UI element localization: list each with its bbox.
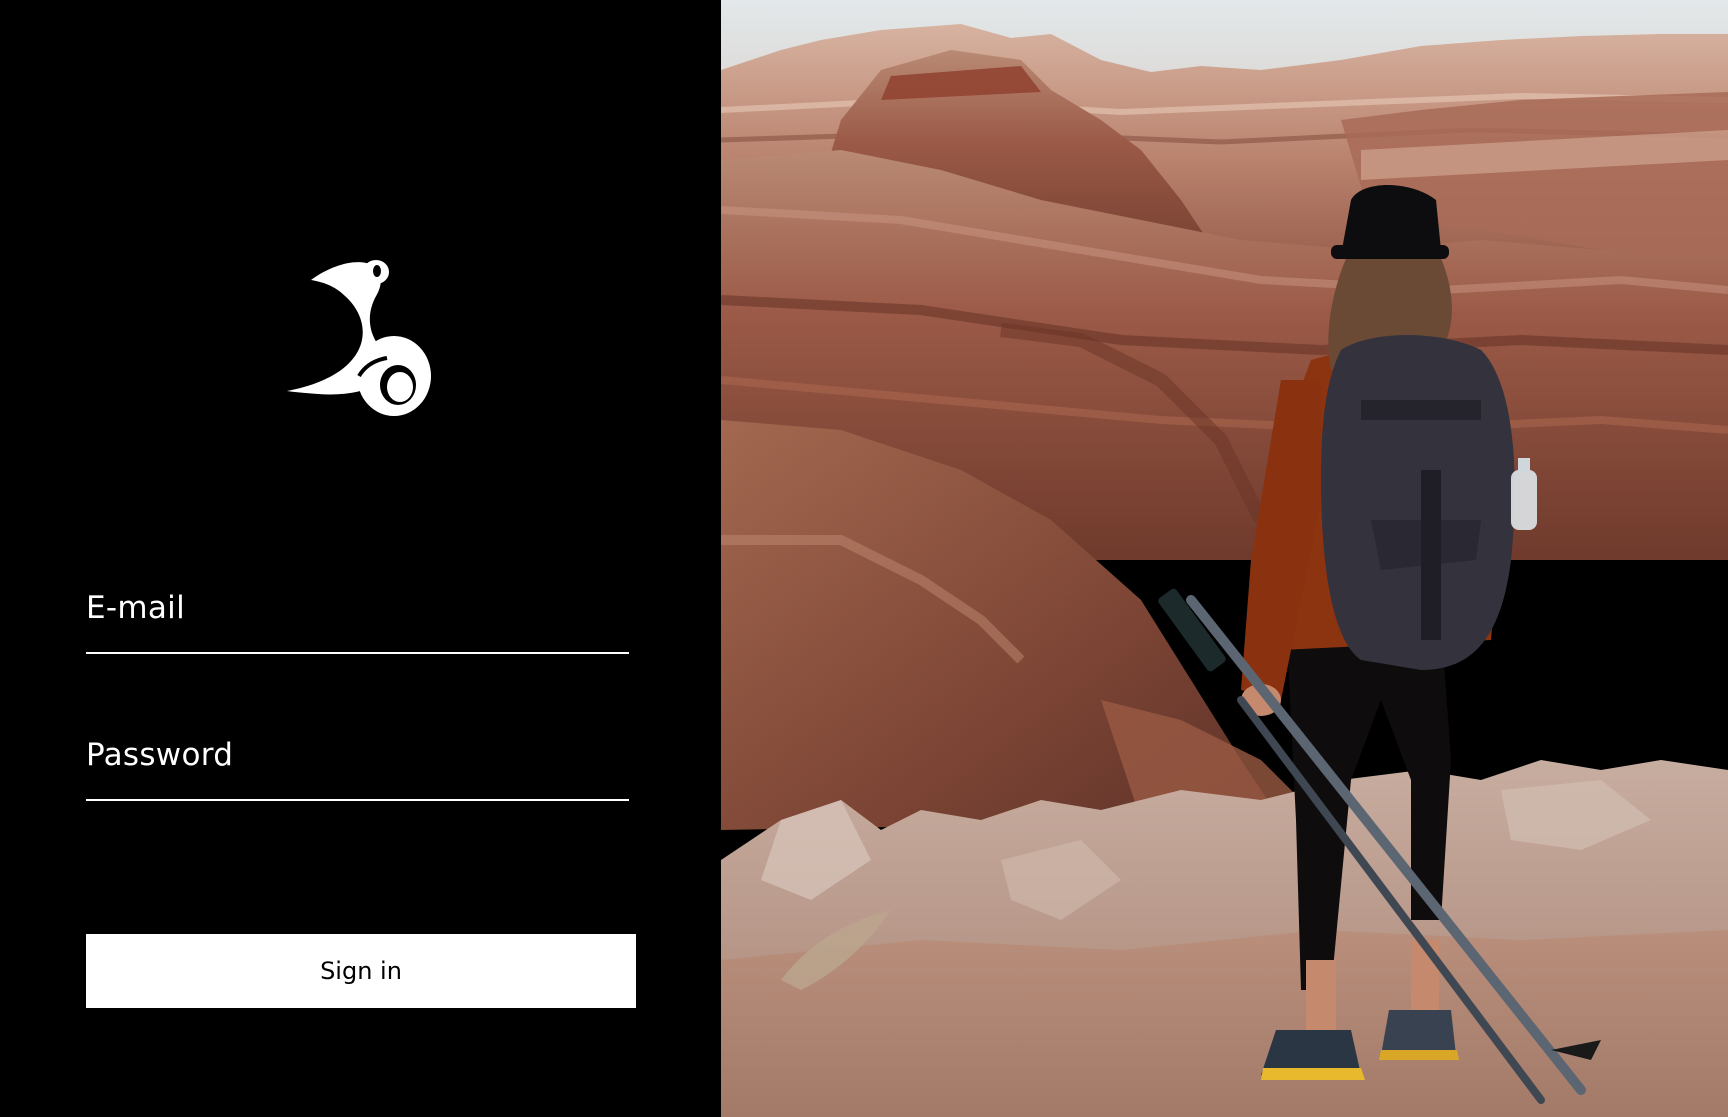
password-input[interactable] xyxy=(86,775,629,799)
email-input[interactable] xyxy=(86,628,629,652)
hero-image-panel xyxy=(721,0,1728,1117)
password-underline xyxy=(86,799,629,801)
password-field-group: Password xyxy=(86,735,629,801)
email-field-group: E-mail xyxy=(86,588,629,654)
hiker-canyon-image xyxy=(721,0,1728,1117)
email-label: E-mail xyxy=(86,590,185,626)
password-label: Password xyxy=(86,737,234,773)
brand-logo-icon xyxy=(287,260,431,416)
sign-in-button[interactable]: Sign in xyxy=(86,934,636,1008)
email-underline xyxy=(86,652,629,654)
login-page: E-mail Password Sign in xyxy=(0,0,1728,1117)
login-panel: E-mail Password Sign in xyxy=(0,0,721,1117)
